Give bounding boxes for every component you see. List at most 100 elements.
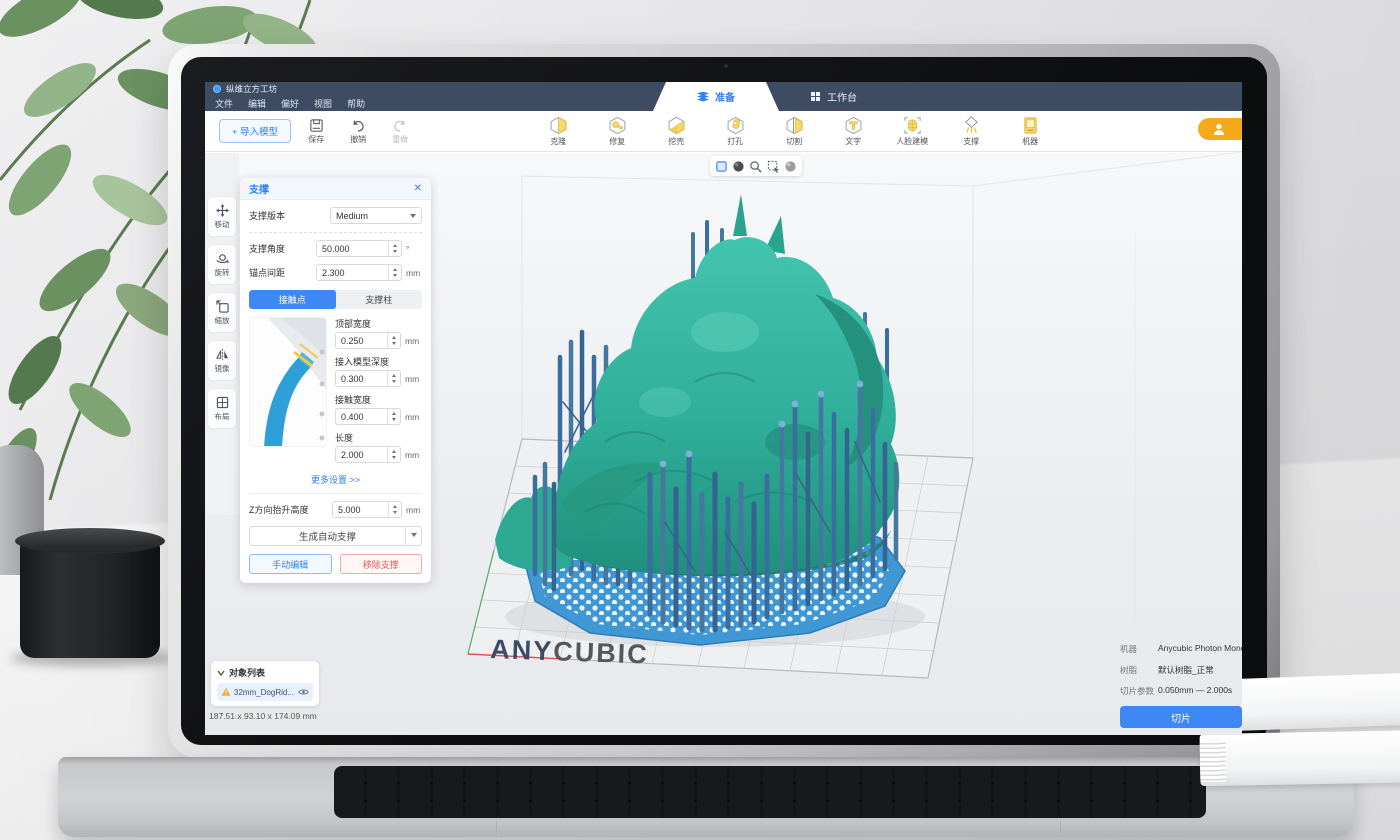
workbench-grid-icon <box>811 92 821 102</box>
clone-icon <box>549 116 568 135</box>
z-lift-input[interactable] <box>332 501 402 518</box>
collapse-chevron-icon <box>217 670 225 676</box>
save-button[interactable]: 保存 <box>299 118 333 145</box>
warning-icon <box>221 687 231 697</box>
top-width-input[interactable] <box>335 332 401 349</box>
user-icon <box>1212 122 1226 136</box>
panel-title: 支撑 <box>249 181 269 196</box>
support-angle-input[interactable] <box>316 240 402 257</box>
generate-dropdown[interactable] <box>405 527 421 545</box>
laptop-keyboard <box>334 766 1206 818</box>
user-login-button[interactable] <box>1198 118 1242 140</box>
sidebar-tool-move[interactable]: 移动 <box>208 197 236 236</box>
support-version-label: 支撑版本 <box>249 209 285 222</box>
machine-icon <box>1021 116 1040 135</box>
slice-info: 机器 Anycubic Photon Mono M 树脂 默认树脂_正常 切片参… <box>1120 643 1242 728</box>
select-tool-icon[interactable] <box>767 160 780 173</box>
support-panel-header: 支撑 ✕ <box>240 178 431 200</box>
sidebar-tool-scale[interactable]: 缩放 <box>208 293 236 332</box>
menu-file[interactable]: 文件 <box>215 97 233 110</box>
sidebar-tool-layout[interactable]: 布局 <box>208 389 236 428</box>
repair-icon <box>608 116 627 135</box>
text-icon <box>844 116 863 135</box>
contact-width-input[interactable] <box>335 408 401 425</box>
menu-edit[interactable]: 编辑 <box>248 97 266 110</box>
hollow-icon <box>667 116 686 135</box>
app-title: 纵维立方工坊 <box>226 83 277 95</box>
menu-preferences[interactable]: 偏好 <box>281 97 299 110</box>
app-window: 纵维立方工坊 文件 编辑 偏好 视图 帮助 准备 工作台 + 导入模型 <box>205 82 1242 735</box>
sphere-view-icon[interactable] <box>784 160 797 173</box>
anchor-spacing-label: 锚点间距 <box>249 266 285 279</box>
laptop-deck <box>58 757 1354 837</box>
top-width-label: 顶部宽度 <box>335 317 422 330</box>
close-icon[interactable]: ✕ <box>414 184 422 194</box>
length-label: 长度 <box>335 431 422 444</box>
face-model-icon <box>903 116 922 135</box>
more-settings-link[interactable]: 更多设置 >> <box>249 473 422 486</box>
tab-contact-point[interactable]: 接触点 <box>249 290 336 309</box>
punch-icon <box>726 116 745 135</box>
mode-tabs: 准备 工作台 <box>653 82 889 111</box>
save-icon <box>309 118 324 133</box>
slice-params-label: 切片参数 <box>1120 685 1158 697</box>
object-list-item[interactable]: 32mm_DogRid... <box>217 683 313 701</box>
webcam-dot <box>724 64 728 68</box>
move-icon <box>216 204 229 217</box>
insert-depth-label: 接入模型深度 <box>335 355 422 368</box>
view-cube-icon[interactable] <box>715 160 728 173</box>
sidebar-tool-mirror[interactable]: 镜像 <box>208 341 236 380</box>
resin-value: 默认树脂_正常 <box>1158 664 1214 676</box>
sidebar-tool-rotate[interactable]: 旋转 <box>208 245 236 284</box>
redo-button[interactable]: 重做 <box>383 118 417 145</box>
tab-support-pillar[interactable]: 支撑柱 <box>336 290 423 309</box>
canister-decoration <box>20 528 160 658</box>
layout-icon <box>216 396 229 409</box>
remove-support-button[interactable]: 移除支撑 <box>340 554 423 574</box>
import-model-button[interactable]: + 导入模型 <box>219 119 291 143</box>
angle-stepper[interactable] <box>388 241 401 256</box>
support-angle-label: 支撑角度 <box>249 242 285 255</box>
resin-label: 树脂 <box>1120 664 1158 676</box>
tab-workbench[interactable]: 工作台 <box>779 82 889 111</box>
menu-view[interactable]: 视图 <box>314 97 332 110</box>
contact-width-label: 接触宽度 <box>335 393 422 406</box>
chevron-down-icon <box>410 214 416 221</box>
viewport-3d[interactable]: ANYCUBIC 移动 旋转 <box>205 153 1242 735</box>
anchor-spacing-input[interactable] <box>316 264 402 281</box>
model-dimensions: 187.51 x 93.10 x 174.09 mm <box>209 711 317 721</box>
undo-button[interactable]: 撤销 <box>341 118 375 145</box>
insert-depth-input[interactable] <box>335 370 401 387</box>
object-list-panel: 对象列表 32mm_DogRid... <box>211 661 319 706</box>
layers-icon <box>697 92 709 102</box>
object-list-header[interactable]: 对象列表 <box>217 666 313 679</box>
generate-support-button[interactable]: 生成自动支撑 <box>249 526 422 546</box>
contact-point-illustration <box>249 317 327 447</box>
scale-icon <box>216 300 229 313</box>
manual-edit-button[interactable]: 手动编辑 <box>249 554 332 574</box>
menu-help[interactable]: 帮助 <box>347 97 365 110</box>
slice-button[interactable]: 切片 <box>1120 706 1242 728</box>
build-plate-logo: ANYCUBIC <box>490 634 649 670</box>
shaded-view-icon[interactable] <box>732 160 745 173</box>
tab-prepare[interactable]: 准备 <box>653 82 779 111</box>
mirror-icon <box>216 348 229 361</box>
z-lift-label: Z方向抬升高度 <box>249 503 309 516</box>
view-toolbar <box>710 156 802 176</box>
machine-value: Anycubic Photon Mono M <box>1158 643 1242 655</box>
support-version-select[interactable]: Medium <box>330 207 422 224</box>
support-segment-tabs: 接触点 支撑柱 <box>249 290 422 309</box>
slice-params-value: 0.050mm — 2.000s <box>1158 685 1232 697</box>
cut-icon <box>785 116 804 135</box>
length-input[interactable] <box>335 446 401 463</box>
spacing-stepper[interactable] <box>388 265 401 280</box>
support-icon <box>962 116 981 135</box>
zoom-view-icon[interactable] <box>749 160 762 173</box>
app-logo-icon <box>213 85 221 93</box>
redo-icon <box>392 118 408 133</box>
visibility-eye-icon[interactable] <box>298 688 309 696</box>
rotate-icon <box>216 252 229 265</box>
transform-sidebar: 移动 旋转 缩放 <box>205 153 239 515</box>
machine-label: 机器 <box>1120 643 1158 655</box>
svg-text:ANYCUBIC: ANYCUBIC <box>490 634 649 670</box>
